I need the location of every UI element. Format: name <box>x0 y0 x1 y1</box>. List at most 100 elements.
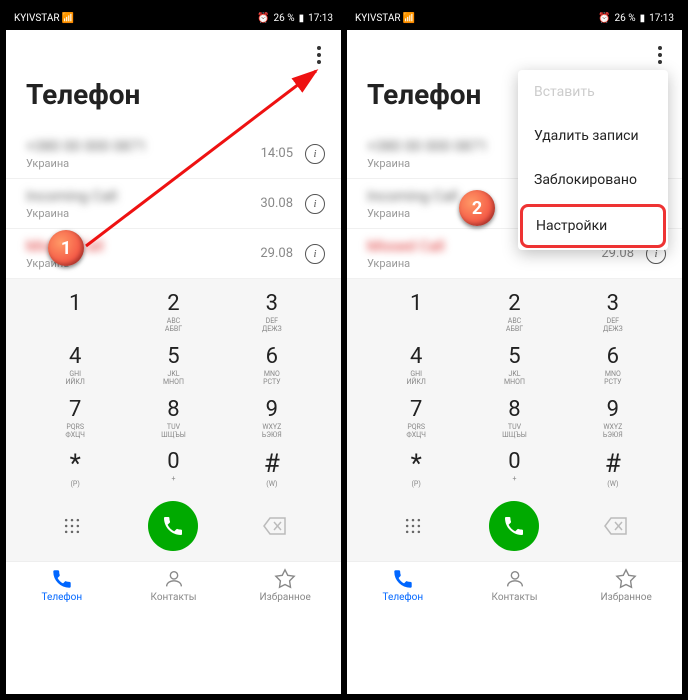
dialpad-key-#[interactable]: #(W) <box>564 447 662 490</box>
app-header <box>347 30 682 72</box>
key-letters: TUV <box>124 423 222 431</box>
dialpad-key-4[interactable]: 4GHIИЙКЛ <box>26 342 124 389</box>
bottom-nav: Телефон Контакты Избранное <box>347 561 682 609</box>
dialpad-key-2[interactable]: 2ABCАБВГ <box>465 289 563 336</box>
info-icon[interactable]: i <box>305 194 325 214</box>
key-digit: # <box>564 449 662 479</box>
dialpad-key-*[interactable]: *(P) <box>26 447 124 490</box>
backspace-button[interactable] <box>259 510 291 542</box>
key-letters-ru: ШЩЪЫ <box>124 431 222 439</box>
key-letters: JKL <box>124 370 222 378</box>
battery-pct: 26 % <box>274 13 295 24</box>
dial-button[interactable] <box>489 501 539 551</box>
call-region: Украина <box>26 157 261 170</box>
key-digit: * <box>367 449 465 479</box>
annotation-marker-2: 2 <box>459 190 495 226</box>
screenshot-left: KYIVSTAR📶 ⏰26 %▮17:13 Телефон +380 00 00… <box>6 6 341 694</box>
alarm-icon: ⏰ <box>257 13 269 24</box>
signal-icon: 📶 <box>62 13 74 24</box>
key-letters-ru: АБВГ <box>124 325 222 333</box>
bottom-nav: Телефон Контакты Избранное <box>6 561 341 609</box>
dialpad-key-9[interactable]: 9WXYZЬЭЮЯ <box>223 395 321 442</box>
nav-favorites[interactable]: Избранное <box>570 568 682 603</box>
call-region: Украина <box>26 207 260 220</box>
info-icon[interactable]: i <box>305 244 325 264</box>
dialpad-key-0[interactable]: 0+ <box>124 447 222 490</box>
hide-dialpad-button[interactable] <box>397 510 429 542</box>
dialpad-key-#[interactable]: #(W) <box>223 447 321 490</box>
key-letters: + <box>124 475 222 483</box>
overflow-menu: Вставить Удалить записи Заблокировано На… <box>518 70 668 250</box>
app-header <box>6 30 341 72</box>
key-letters-ru: ДЕЖЗ <box>564 325 662 333</box>
key-letters-ru: ИЙКЛ <box>367 378 465 386</box>
contacts-icon <box>504 568 526 590</box>
clock: 17:13 <box>649 13 674 24</box>
call-name: +380 00 000 0871 <box>26 137 261 155</box>
menu-settings[interactable]: Настройки <box>520 204 666 248</box>
dialpad-key-2[interactable]: 2ABCАБВГ <box>124 289 222 336</box>
call-time: 14:05 <box>261 146 293 161</box>
battery-icon: ▮ <box>640 13 646 24</box>
phone-icon <box>392 568 414 590</box>
key-letters: + <box>465 475 563 483</box>
phone-icon <box>51 568 73 590</box>
info-icon[interactable]: i <box>305 144 325 164</box>
backspace-button[interactable] <box>600 510 632 542</box>
dialpad-key-9[interactable]: 9WXYZЬЭЮЯ <box>564 395 662 442</box>
more-menu-button[interactable] <box>313 42 325 68</box>
dialpad-key-8[interactable]: 8TUVШЩЪЫ <box>465 395 563 442</box>
key-digit: 9 <box>223 397 321 422</box>
menu-blocked[interactable]: Заблокировано <box>518 158 668 202</box>
key-digit: * <box>26 449 124 479</box>
hide-dialpad-button[interactable] <box>56 510 88 542</box>
more-menu-button[interactable] <box>654 42 666 68</box>
dialpad-key-7[interactable]: 7PQRSФХЦЧ <box>367 395 465 442</box>
screenshot-right: KYIVSTAR📶 ⏰26 %▮17:13 Телефон +380 00 00… <box>347 6 682 694</box>
menu-paste: Вставить <box>518 70 668 114</box>
nav-phone[interactable]: Телефон <box>347 568 459 603</box>
dialpad-key-1[interactable]: 1 <box>26 289 124 336</box>
nav-contacts[interactable]: Контакты <box>118 568 230 603</box>
nav-label: Избранное <box>260 592 311 603</box>
key-letters-ru: ЬЭЮЯ <box>223 431 321 439</box>
key-letters: ABC <box>465 317 563 325</box>
dialpad-key-5[interactable]: 5JKLМНОП <box>124 342 222 389</box>
dial-button[interactable] <box>148 501 198 551</box>
dialpad-key-8[interactable]: 8TUVШЩЪЫ <box>124 395 222 442</box>
dialpad-key-5[interactable]: 5JKLМНОП <box>465 342 563 389</box>
dialpad-key-3[interactable]: 3DEFДЕЖЗ <box>564 289 662 336</box>
dialpad-key-3[interactable]: 3DEFДЕЖЗ <box>223 289 321 336</box>
nav-favorites[interactable]: Избранное <box>229 568 341 603</box>
key-letters-ru: МНОП <box>465 378 563 386</box>
call-log-item[interactable]: +380 00 000 0871 Украина 14:05 i <box>6 129 341 179</box>
key-letters: (P) <box>26 480 124 488</box>
key-letters: PQRS <box>26 423 124 431</box>
dialpad-key-6[interactable]: 6MNOРСТУ <box>564 342 662 389</box>
dialpad: 12ABCАБВГ3DEFДЕЖЗ 4GHIИЙКЛ5JKLМНОП6MNOРСТ… <box>6 279 341 561</box>
nav-label: Избранное <box>601 592 652 603</box>
dialpad-key-1[interactable]: 1 <box>367 289 465 336</box>
key-digit: 3 <box>223 291 321 316</box>
dialpad-key-*[interactable]: *(P) <box>367 447 465 490</box>
star-icon <box>274 568 296 590</box>
key-digit: 0 <box>465 449 563 474</box>
key-letters-ru: ШЩЪЫ <box>465 431 563 439</box>
nav-phone[interactable]: Телефон <box>6 568 118 603</box>
nav-contacts[interactable]: Контакты <box>459 568 571 603</box>
call-time: 30.08 <box>260 196 293 211</box>
key-letters: (W) <box>223 480 321 488</box>
key-letters-ru: АБВГ <box>465 325 563 333</box>
key-letters: MNO <box>564 370 662 378</box>
dialpad-key-7[interactable]: 7PQRSФХЦЧ <box>26 395 124 442</box>
nav-label: Контакты <box>151 592 197 603</box>
call-log-item[interactable]: Incoming CallУкраина 30.08 i <box>6 179 341 229</box>
dialpad-key-0[interactable]: 0+ <box>465 447 563 490</box>
carrier: KYIVSTAR <box>355 13 401 24</box>
dialpad-key-4[interactable]: 4GHIИЙКЛ <box>367 342 465 389</box>
key-letters: DEF <box>564 317 662 325</box>
key-letters: GHI <box>26 370 124 378</box>
menu-delete-records[interactable]: Удалить записи <box>518 114 668 158</box>
dialpad-key-6[interactable]: 6MNOРСТУ <box>223 342 321 389</box>
key-letters-ru: ФХЦЧ <box>367 431 465 439</box>
